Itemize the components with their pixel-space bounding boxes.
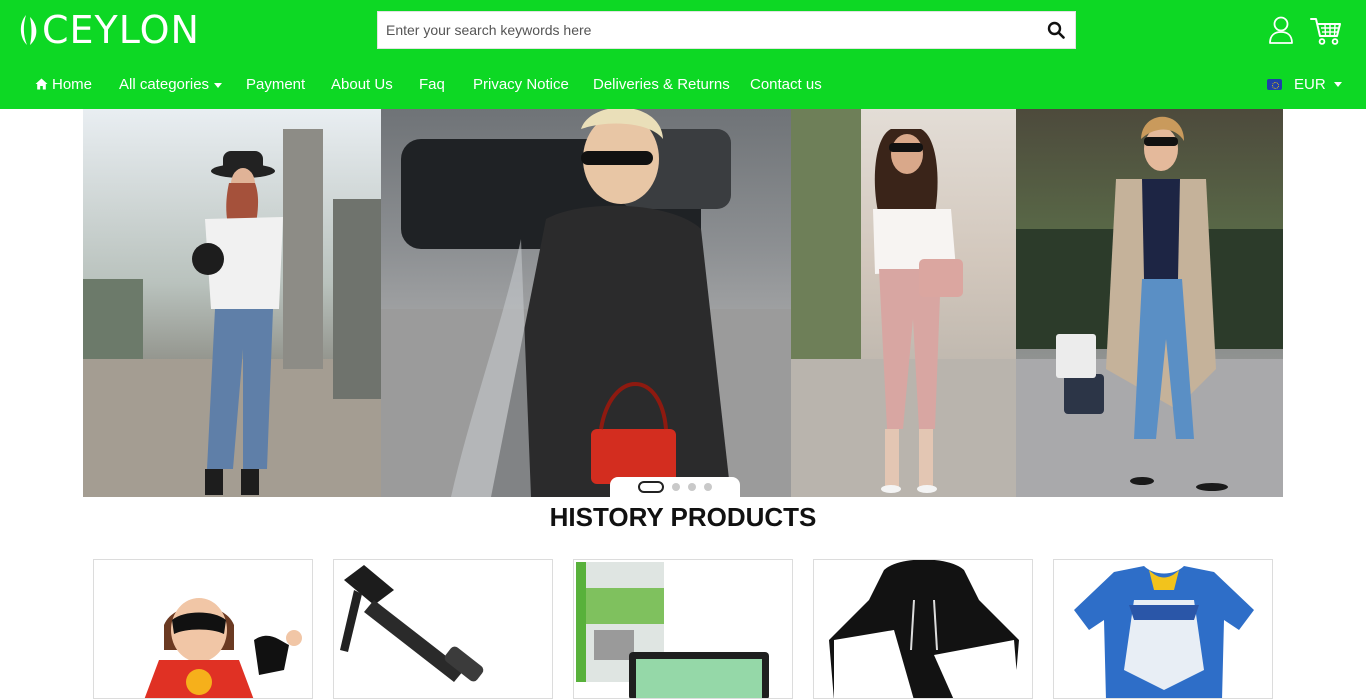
product-card[interactable] — [1053, 559, 1273, 699]
product-image — [1074, 566, 1254, 698]
currency-label: EUR — [1294, 76, 1326, 93]
eu-flag-icon — [1267, 79, 1282, 90]
chevron-down-icon — [1333, 82, 1342, 87]
product-card[interactable] — [333, 559, 553, 699]
product-image — [340, 565, 484, 682]
nav-item-contact-us[interactable]: Contact us — [750, 60, 822, 109]
slider-dot[interactable] — [672, 483, 680, 491]
search-bar — [377, 11, 1076, 49]
search-icon — [1047, 21, 1065, 39]
nav-item-label: About Us — [331, 76, 393, 93]
logo-text: CEYLON — [42, 8, 200, 52]
section-title: HISTORY PRODUCTS — [549, 502, 817, 532]
product-image — [576, 562, 769, 698]
product-card[interactable] — [573, 559, 793, 699]
nav-item-label: Faq — [419, 76, 445, 93]
nav-item-label: Contact us — [750, 76, 822, 93]
home-icon — [35, 78, 48, 90]
nav-item-all-categories[interactable]: All categories — [119, 60, 223, 109]
banner-photo — [381, 109, 791, 497]
product-card[interactable] — [813, 559, 1033, 699]
nav-item-label: Payment — [246, 76, 306, 93]
banner-photo — [83, 109, 381, 497]
nav-item-label: Home — [52, 76, 93, 93]
cart-icon[interactable] — [1310, 16, 1342, 46]
slider-dot-active[interactable] — [638, 481, 664, 493]
nav-item-label: Privacy Notice — [473, 76, 569, 93]
slider-dot[interactable] — [704, 483, 712, 491]
main-nav: Home All categories Payment About Us Faq… — [0, 60, 1366, 109]
nav-item-deliveries-returns[interactable]: Deliveries & Returns — [593, 60, 730, 109]
product-image — [144, 598, 302, 698]
currency-selector[interactable]: EUR — [1267, 60, 1342, 109]
banner-photo — [1016, 109, 1283, 497]
banner-photo — [791, 109, 1016, 497]
hero-banner-slider[interactable] — [83, 109, 1283, 497]
search-input[interactable] — [378, 12, 1038, 48]
nav-item-payment[interactable]: Payment — [246, 60, 305, 109]
nav-item-about-us[interactable]: About Us — [331, 60, 393, 109]
nav-item-faq[interactable]: Faq — [419, 60, 445, 109]
search-button[interactable] — [1037, 12, 1075, 48]
nav-item-privacy-notice[interactable]: Privacy Notice — [473, 60, 569, 109]
product-card[interactable] — [93, 559, 313, 699]
leaf-logo-icon — [20, 15, 37, 45]
nav-item-label: Deliveries & Returns — [593, 76, 730, 93]
user-icon[interactable] — [1268, 16, 1294, 44]
nav-item-home[interactable]: Home — [35, 60, 92, 109]
product-image — [829, 560, 1019, 698]
site-header: CEYLON Home All categories — [0, 0, 1366, 109]
slider-dot[interactable] — [688, 483, 696, 491]
slider-pagination — [610, 477, 740, 497]
nav-item-label: All categories — [119, 76, 210, 93]
logo[interactable]: CEYLON — [18, 8, 200, 52]
chevron-down-icon — [214, 82, 223, 88]
